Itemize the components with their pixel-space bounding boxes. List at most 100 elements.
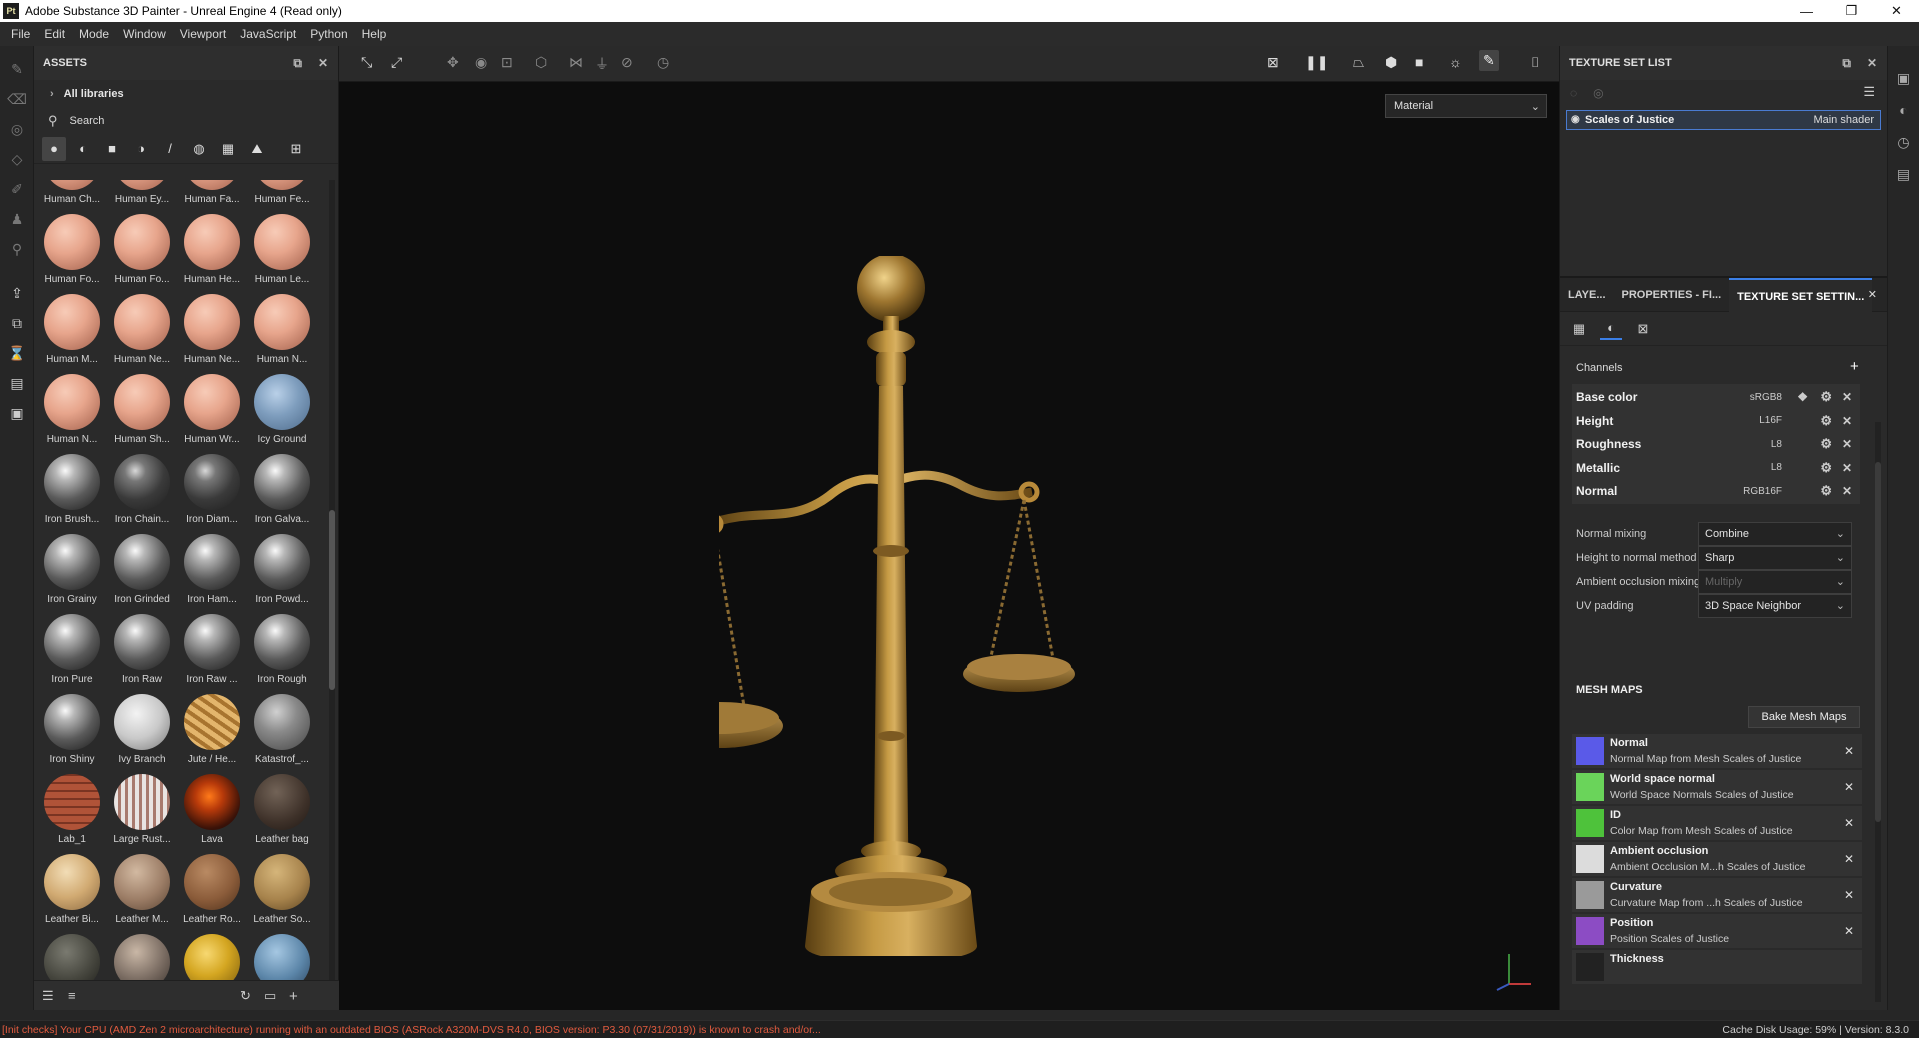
pause-icon[interactable]: ❚❚ (1305, 54, 1328, 71)
asset-item[interactable]: Human Fa... (178, 180, 246, 212)
channel-format[interactable]: L16F (1759, 415, 1782, 426)
asset-item[interactable]: Iron Grainy (38, 534, 106, 612)
float-panel-icon[interactable]: ⧉ (1842, 56, 1851, 71)
refresh-icon[interactable]: ↻ (240, 988, 251, 1004)
grid-view-icon[interactable]: ⊞ (284, 137, 308, 161)
screenshot-icon[interactable]: ⌷ (1531, 54, 1539, 71)
move-icon[interactable]: ✥ (447, 54, 459, 71)
remove-mesh-map-icon[interactable]: ✕ (1844, 888, 1854, 902)
menu-javascript[interactable]: JavaScript (233, 27, 303, 41)
gear-icon[interactable]: ⚙ (1820, 483, 1832, 499)
channel-row[interactable]: Base color sRGB8 ❖ ⚙ ✕ (1572, 384, 1860, 410)
channel-row[interactable]: Roughness L8 ⚙ ✕ (1572, 431, 1860, 458)
asset-item[interactable]: Human Fe... (248, 180, 316, 212)
mesh-map-thumbnail[interactable] (1576, 917, 1604, 945)
channel-format[interactable]: RGB16F (1743, 486, 1782, 497)
snap-icon[interactable]: ⊘ (621, 54, 633, 71)
mesh-map-thumbnail[interactable] (1576, 809, 1604, 837)
asset-item[interactable]: Icy Ground (248, 374, 316, 452)
asset-item[interactable]: Iron Diam... (178, 454, 246, 532)
scale-icon[interactable]: ⊡ (501, 54, 513, 71)
minimize-button[interactable]: — (1784, 0, 1829, 22)
camera-video-icon[interactable]: ■ (1415, 54, 1423, 70)
close-panel-icon[interactable]: ✕ (1868, 288, 1877, 301)
settings-scrollbar[interactable] (1875, 422, 1881, 1002)
asset-item[interactable]: Ivy Branch (108, 694, 176, 772)
mesh-map-thumbnail[interactable] (1576, 953, 1604, 981)
view-mode-icon[interactable]: ⏢ (1353, 54, 1364, 71)
viewport[interactable]: ⤡ ⤢ ✥ ◉ ⊡ ⬡ ⋈ ⏚ ⊘ ◷ ⊠ ❚❚ ⏢ ⬢ ■ ☼ ✎ ⌷ Mat… (339, 46, 1559, 1010)
texture-set-row[interactable]: ◉ Scales of Justice Main shader (1566, 110, 1881, 130)
shader-icon[interactable]: ◐ (1600, 318, 1622, 340)
channel-row[interactable]: Height L16F ⚙ ✕ (1572, 407, 1860, 434)
asset-item[interactable]: Human Ne... (108, 294, 176, 372)
asset-item[interactable]: Leather M... (108, 854, 176, 932)
search-input[interactable]: Search (70, 115, 105, 127)
asset-item[interactable]: Lizard Scales (38, 934, 106, 980)
float-panel-icon[interactable]: ⧉ (293, 56, 302, 71)
asset-item[interactable]: Iron Chain... (108, 454, 176, 532)
remove-mesh-map-icon[interactable]: ✕ (1844, 780, 1854, 794)
settings-scroll-thumb[interactable] (1875, 462, 1881, 822)
shader-name[interactable]: Main shader (1813, 114, 1874, 126)
display-mode-select[interactable]: Material ⌄ (1385, 94, 1547, 118)
mesh-map-row[interactable]: World space normal World Space Normals Sc… (1572, 770, 1862, 804)
comment-icon[interactable]: ▣ (1888, 62, 1919, 94)
gear-icon[interactable]: ⚙ (1820, 460, 1832, 476)
remove-channel-icon[interactable]: ✕ (1842, 390, 1852, 404)
mesh-map-row[interactable]: Position Position Scales of Justice ✕ (1572, 914, 1862, 948)
bake-icon[interactable]: ⧉ (0, 308, 34, 338)
menu-edit[interactable]: Edit (37, 27, 72, 41)
asset-item[interactable]: Iron Galva... (248, 454, 316, 532)
setting-select[interactable]: 3D Space Neighbor ⌄ (1698, 594, 1852, 618)
gear-icon[interactable]: ⚙ (1820, 436, 1832, 452)
transform-icon[interactable]: ⤡ (361, 54, 372, 71)
export-icon[interactable]: ⇪ (0, 278, 34, 308)
asset-item[interactable]: Human N... (38, 374, 106, 452)
channel-row[interactable]: Normal RGB16F ⚙ ✕ (1572, 478, 1860, 505)
uv-transform-icon[interactable]: ⤢ (391, 54, 402, 71)
brushes-filter-icon[interactable]: / (158, 137, 182, 161)
color-profile-icon[interactable]: ❖ (1797, 390, 1808, 404)
asset-item[interactable]: Leather Bi... (38, 854, 106, 932)
mesh-map-row[interactable]: Ambient occlusion Ambient Occlusion M...h… (1572, 842, 1862, 876)
paint-mode-icon[interactable]: ✎ (1479, 50, 1499, 71)
tab-properties[interactable]: PROPERTIES - FI... (1614, 278, 1730, 312)
document-icon[interactable]: ▤ (0, 368, 34, 398)
asset-item[interactable]: Iron Powd... (248, 534, 316, 612)
tab-texture-set-settings[interactable]: TEXTURE SET SETTIN... (1729, 277, 1873, 312)
asset-item[interactable]: Human Le... (248, 214, 316, 292)
asset-item[interactable]: Iron Ham... (178, 534, 246, 612)
smart-materials-filter-icon[interactable]: ◐ (71, 137, 95, 161)
remove-mesh-map-icon[interactable]: ✕ (1844, 852, 1854, 866)
asset-item[interactable]: Iron Brush... (38, 454, 106, 532)
textures-filter-icon[interactable]: ▦ (216, 137, 240, 161)
asset-item[interactable]: Lab_1 (38, 774, 106, 852)
maximize-button[interactable]: ❐ (1829, 0, 1874, 22)
mesh-map-thumbnail[interactable] (1576, 737, 1604, 765)
projection-icon[interactable]: ◎ (0, 114, 34, 144)
align-icon[interactable]: ⏚ (595, 54, 609, 74)
asset-item[interactable]: Human Sh... (108, 374, 176, 452)
asset-item[interactable]: Human Ch... (38, 180, 106, 212)
history-icon[interactable]: ◷ (1888, 126, 1919, 158)
folder-icon[interactable]: ▭ (264, 988, 276, 1004)
environment-icon[interactable]: ☼ (1449, 54, 1462, 70)
asset-item[interactable]: Main (108, 934, 176, 980)
asset-search[interactable]: ⚲ Search (34, 108, 338, 134)
asset-item[interactable]: Leather Ro... (178, 854, 246, 932)
asset-item[interactable]: Human N... (248, 294, 316, 372)
asset-item[interactable]: Human Ne... (178, 294, 246, 372)
materials-filter-icon[interactable]: ● (42, 136, 66, 161)
smudge-icon[interactable]: ✐ (0, 174, 34, 204)
remove-channel-icon[interactable]: ✕ (1842, 484, 1852, 498)
assets-scrollbar[interactable] (329, 180, 335, 980)
status-error-message[interactable]: [Init checks] Your CPU (AMD Zen 2 microa… (2, 1024, 821, 1036)
asset-item[interactable]: Iron Raw ... (178, 614, 246, 692)
asset-item[interactable]: Human He... (178, 214, 246, 292)
asset-item[interactable]: Iron Grinded (108, 534, 176, 612)
mesh-map-row[interactable]: Thickness (1572, 950, 1862, 984)
paint-brush-icon[interactable]: ✎ (0, 54, 34, 84)
hide-overlay-icon[interactable]: ⊠ (1267, 54, 1279, 71)
menu-help[interactable]: Help (355, 27, 394, 41)
